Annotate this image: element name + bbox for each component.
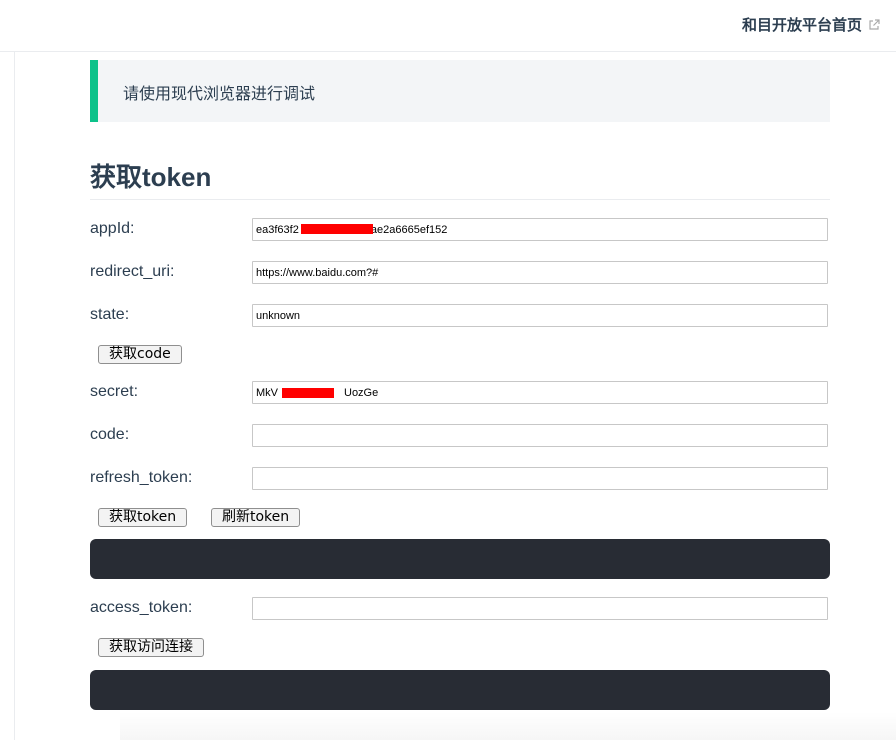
- get-code-button[interactable]: 获取code: [98, 345, 182, 364]
- code-label: code:: [90, 426, 130, 443]
- token-output-block: [90, 539, 830, 579]
- secret-label: secret:: [90, 383, 139, 400]
- redirect-uri-input[interactable]: [252, 261, 828, 284]
- bottom-shadow: [120, 712, 896, 740]
- secret-input[interactable]: [252, 381, 828, 404]
- access-token-label: access_token:: [90, 599, 193, 616]
- tip-text: 请使用现代浏览器进行调试: [123, 86, 316, 103]
- sidebar-divider: [14, 52, 15, 740]
- home-link[interactable]: 和目开放平台首页: [742, 14, 880, 35]
- code-input[interactable]: [252, 424, 828, 447]
- state-input[interactable]: [252, 304, 828, 327]
- external-link-icon: [868, 18, 880, 31]
- tip-block: 请使用现代浏览器进行调试: [90, 60, 830, 122]
- redirect-uri-label: redirect_uri:: [90, 263, 175, 280]
- state-label: state:: [90, 306, 130, 323]
- refresh-token-label: refresh_token:: [90, 469, 193, 486]
- top-navbar: 和目开放平台首页: [0, 0, 896, 52]
- home-link-label: 和目开放平台首页: [741, 17, 862, 34]
- refresh-token-input[interactable]: [252, 467, 828, 490]
- get-access-link-button[interactable]: 获取访问连接: [98, 638, 204, 657]
- section-title: 获取token: [90, 162, 830, 200]
- refresh-token-button[interactable]: 刷新token: [211, 508, 301, 527]
- access-token-input[interactable]: [252, 597, 828, 620]
- appid-label: appId:: [90, 220, 135, 237]
- access-link-output-block: [90, 670, 830, 710]
- redaction-mark: [282, 388, 334, 398]
- get-token-button[interactable]: 获取token: [98, 508, 188, 527]
- redaction-mark: [301, 224, 373, 234]
